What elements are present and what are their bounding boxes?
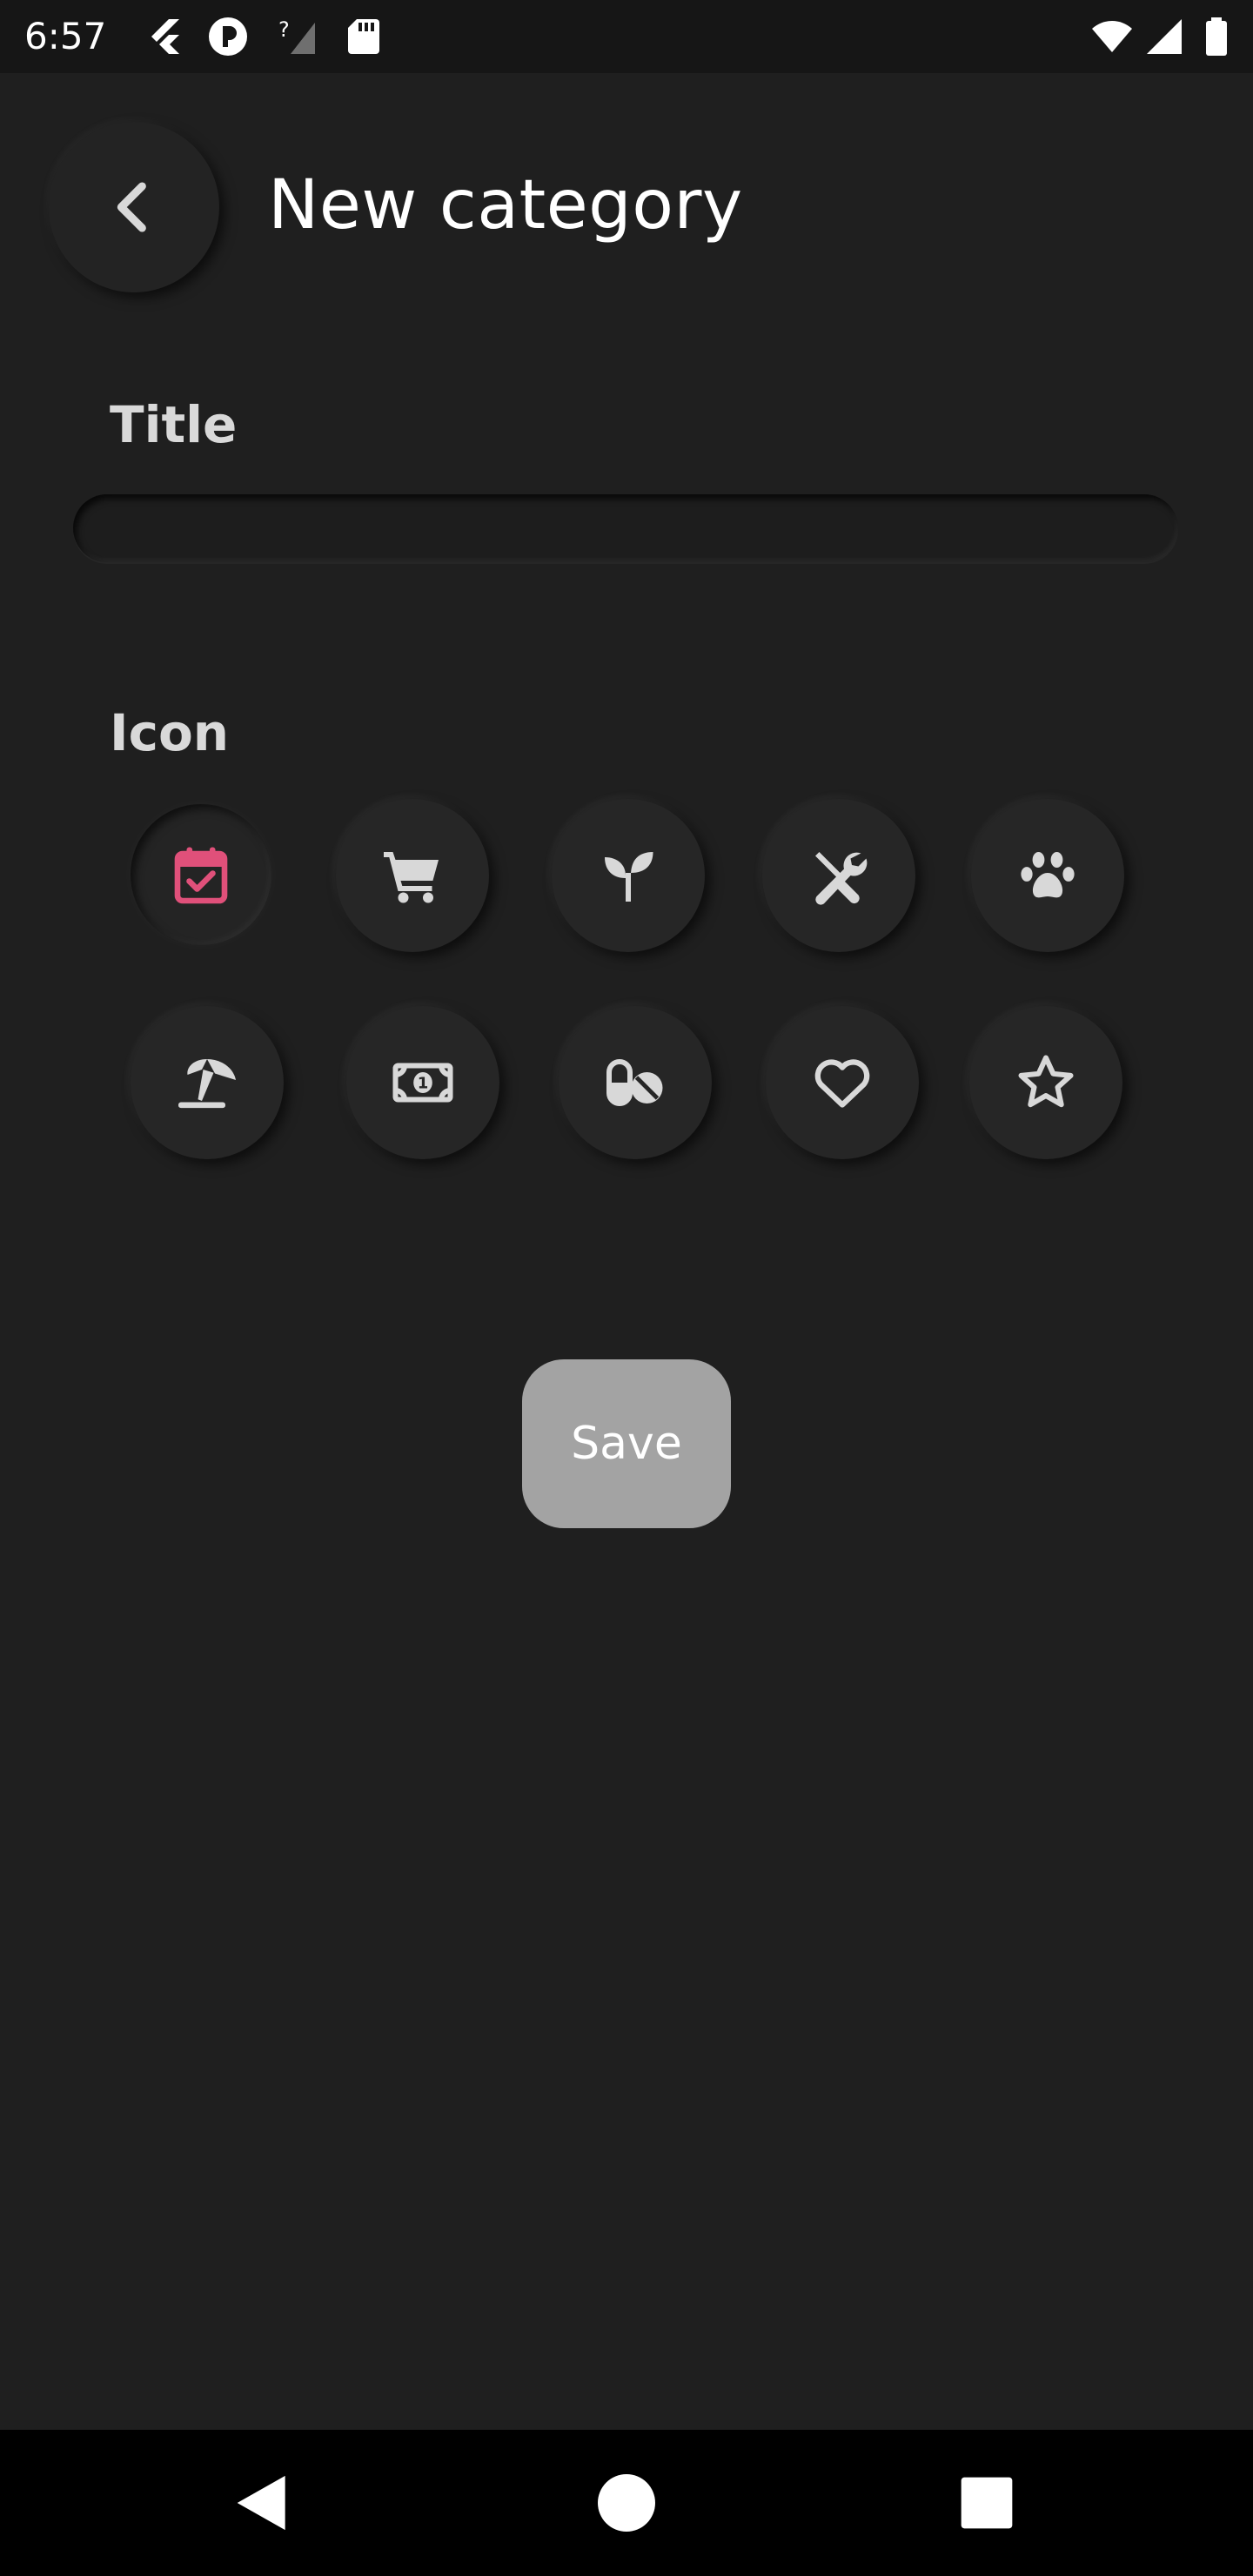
back-button[interactable] [49, 122, 219, 292]
pills-icon [606, 1059, 663, 1106]
recording-icon [207, 16, 249, 57]
svg-text:?: ? [278, 17, 290, 42]
star-icon [1018, 1055, 1074, 1108]
icon-option-pills[interactable] [559, 1006, 712, 1159]
title-label: Title [110, 395, 238, 454]
wifi-icon [1091, 16, 1133, 57]
svg-text:1: 1 [418, 1075, 429, 1093]
flutter-icon [144, 16, 186, 57]
icon-option-calendar[interactable] [131, 804, 271, 945]
icon-option-heart[interactable] [766, 1006, 919, 1159]
status-time: 6:57 [24, 15, 107, 57]
navigation-bar [0, 2430, 1253, 2576]
recents-square-icon [961, 2477, 1013, 2529]
nav-back-button[interactable] [224, 2465, 301, 2541]
icon-option-paw[interactable] [971, 799, 1124, 952]
icon-option-seedling[interactable] [552, 799, 705, 952]
status-bar: 6:57 ? [0, 0, 1253, 73]
shopping-cart-icon [384, 852, 439, 903]
icon-option-star[interactable] [969, 1006, 1122, 1159]
calendar-check-icon [174, 847, 228, 904]
seedling-icon [605, 852, 653, 902]
chevron-left-icon [117, 182, 146, 232]
icon-label: Icon [110, 703, 230, 762]
nav-recents-button[interactable] [948, 2465, 1025, 2541]
battery-icon [1196, 16, 1237, 57]
cell-signal-icon [1143, 16, 1185, 57]
icon-option-beach[interactable] [131, 1006, 284, 1159]
icon-option-cart[interactable] [336, 799, 489, 952]
beach-umbrella-icon [178, 1059, 236, 1109]
home-circle-icon [598, 2474, 655, 2532]
nav-home-button[interactable] [588, 2465, 665, 2541]
heart-icon [814, 1059, 870, 1108]
icon-option-money[interactable]: 1 [346, 1006, 499, 1159]
no-signal-icon: ? [277, 16, 318, 57]
paw-icon [1021, 852, 1075, 898]
title-input[interactable] [73, 494, 1178, 562]
tools-icon [815, 852, 868, 905]
page-title: New category [268, 166, 743, 245]
save-button[interactable]: Save [522, 1359, 731, 1528]
money-bill-icon: 1 [392, 1063, 453, 1103]
sd-card-icon [343, 16, 385, 57]
icon-option-tools[interactable] [762, 799, 915, 952]
back-triangle-icon [237, 2475, 285, 2531]
